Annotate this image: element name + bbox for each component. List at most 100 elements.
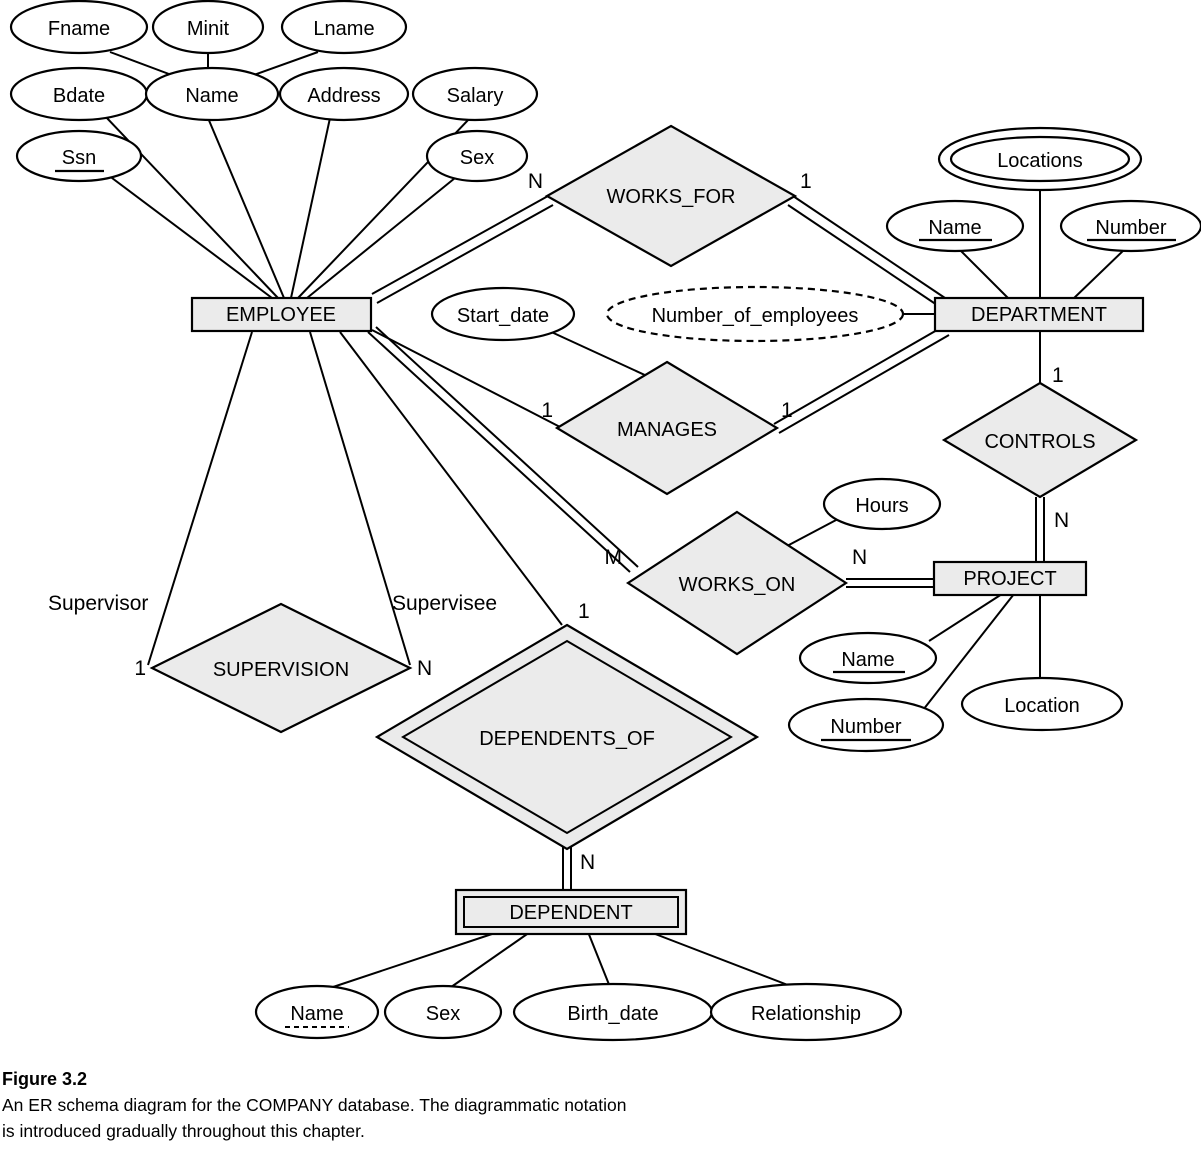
attr-proj-name-label: Name [841,649,894,671]
line-employee-works_on-a [367,331,631,573]
attr-sex[interactable]: Sex [425,129,529,183]
line-name-employee [207,117,285,299]
attr-dep-relationship-label: Relationship [751,1003,861,1025]
attr-dep-birth_date-label: Birth_date [567,1003,658,1025]
cardinality-supervision-supervisee: N [417,657,432,680]
line-hours-works_on [786,518,839,547]
cardinality-works_for-employee: N [528,170,543,193]
line-deptname-department [957,247,1011,301]
attr-name-composite[interactable]: Name [144,66,280,122]
attr-minit-label: Minit [187,18,230,40]
er-diagram: .sh { fill:#ebebeb; stroke:#000; stroke-… [9,0,1201,1042]
attr-address-label: Address [307,85,380,107]
attr-hours[interactable]: Hours [822,477,942,531]
role-label-supervisee: Supervisee [392,592,497,615]
line-employee-works_for-a [371,195,549,295]
line-deptnumber-department [1071,247,1127,301]
line-sex-employee [306,177,456,299]
role-label-supervisor: Supervisor [48,592,148,615]
attr-salary[interactable]: Salary [411,66,539,122]
attr-fname[interactable]: Fname [9,0,149,55]
attr-fname-label: Fname [48,18,110,40]
attr-address[interactable]: Address [278,66,410,122]
attr-lname-label: Lname [313,18,374,40]
attr-ssn-label: Ssn [62,147,96,169]
entity-project-label: PROJECT [963,568,1056,590]
cardinality-dependents_of-dependent: N [580,851,595,874]
entity-employee-label: EMPLOYEE [226,304,336,326]
attr-minit[interactable]: Minit [151,0,265,55]
attr-dept-locations-label: Locations [997,150,1083,172]
line-depsex-dependent [443,931,531,993]
relationship-manages[interactable]: MANAGES [554,360,780,496]
entity-department[interactable]: DEPARTMENT [933,296,1145,333]
attr-number_of_employees-derived[interactable]: Number_of_employees [605,285,905,343]
attr-proj-name-key[interactable]: Name [798,631,938,685]
line-manages-department-b [778,334,950,434]
attr-hours-label: Hours [855,495,908,517]
attr-proj-location-label: Location [1004,695,1080,717]
relationship-dependents_of[interactable]: DEPENDENTS_OF [374,623,760,851]
attr-dept-number-key[interactable]: Number [1059,199,1201,253]
cardinality-works_on-employee: M [605,546,623,569]
relationship-works_for[interactable]: WORKS_FOR [544,124,798,268]
relationship-controls[interactable]: CONTROLS [941,381,1139,499]
attr-start_date[interactable]: Start_date [430,286,576,342]
line-ssn-employee [107,174,273,299]
entity-dependent[interactable]: DEPENDENT [454,888,688,936]
attr-dep-sex[interactable]: Sex [383,984,503,1040]
entity-project[interactable]: PROJECT [932,560,1088,597]
attr-start_date-label: Start_date [457,305,549,327]
cardinality-manages-department: 1 [781,399,793,422]
attr-ssn-key[interactable]: Ssn [15,129,143,183]
figure-page: .sh { fill:#ebebeb; stroke:#000; stroke-… [0,0,1201,1158]
attr-lname[interactable]: Lname [280,0,408,55]
line-depname-dependent [317,931,499,993]
line-employee-supervision-supervisor [147,331,253,666]
cardinality-dependents_of-employee: 1 [578,600,590,623]
attr-dep-relationship[interactable]: Relationship [709,982,903,1042]
relationship-supervision-label: SUPERVISION [213,659,349,681]
line-employee-supervision-supervisee [309,331,411,666]
relationship-works_on[interactable]: WORKS_ON [625,510,849,656]
attr-dept-number-label: Number [1095,217,1166,239]
attr-proj-number-label: Number [830,716,901,738]
relationship-works_for-label: WORKS_FOR [607,186,736,208]
relationship-works_on-label: WORKS_ON [679,574,796,596]
cardinality-controls-department: 1 [1052,364,1064,387]
figure-caption-line1: An ER schema diagram for the COMPANY dat… [2,1094,627,1115]
figure-caption: Figure 3.2 An ER schema diagram for the … [2,1068,902,1144]
cardinality-manages-employee: 1 [541,399,553,422]
attr-dept-name-key[interactable]: Name [885,199,1025,253]
figure-caption-line2: is introduced gradually throughout this … [2,1121,365,1142]
attr-salary-label: Salary [447,85,504,107]
attr-dept-name-label: Name [928,217,981,239]
attr-bdate-label: Bdate [53,85,105,107]
cardinality-works_on-project: N [852,546,867,569]
attr-dep-birth_date[interactable]: Birth_date [512,982,714,1042]
relationship-controls-label: CONTROLS [984,431,1095,453]
cardinality-works_for-department: 1 [800,170,812,193]
attr-dep-name-partial-key[interactable]: Name [254,984,380,1040]
entity-employee[interactable]: EMPLOYEE [190,296,373,333]
relationship-dependents_of-label: DEPENDENTS_OF [479,728,655,750]
attr-number_of_employees-label: Number_of_employees [652,305,859,327]
attr-dep-sex-label: Sex [426,1003,460,1025]
entity-dependent-label: DEPENDENT [509,902,632,924]
attr-proj-number-key[interactable]: Number [787,697,945,753]
attr-dep-name-label: Name [290,1003,343,1025]
cardinality-controls-project: N [1054,509,1069,532]
line-start_date-manages [546,329,661,383]
line-deprelationship-dependent [649,931,807,993]
attr-bdate[interactable]: Bdate [9,66,149,122]
attr-proj-location[interactable]: Location [960,676,1124,732]
entity-department-label: DEPARTMENT [971,304,1107,326]
attr-sex-label: Sex [460,147,494,169]
line-projname-project [928,593,1003,642]
relationship-supervision[interactable]: SUPERVISION [149,602,413,734]
relationship-manages-label: MANAGES [617,419,717,441]
figure-number: Figure 3.2 [2,1069,88,1089]
attr-name-label: Name [185,85,238,107]
attr-dept-locations-multivalued[interactable]: Locations [937,126,1143,192]
cardinality-supervision-supervisor: 1 [134,657,146,680]
